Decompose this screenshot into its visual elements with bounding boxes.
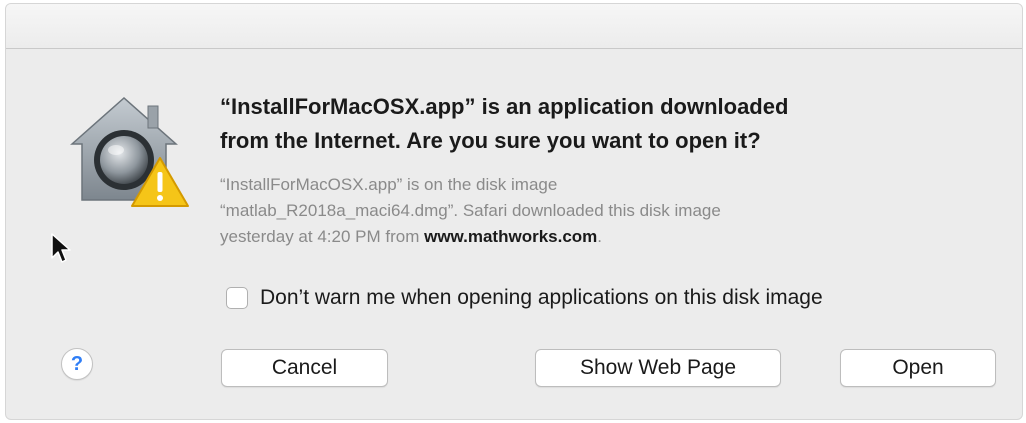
body-line-3-prefix: yesterday at 4:20 PM from (220, 227, 425, 246)
gatekeeper-warning-icon (62, 92, 192, 212)
gatekeeper-dialog: “InstallForMacOSX.app” is an application… (6, 4, 1022, 419)
cancel-button[interactable]: Cancel (221, 349, 388, 387)
heading-line-1: “InstallForMacOSX.app” is an application… (220, 94, 789, 119)
dialog-titlebar (6, 4, 1022, 49)
dont-warn-checkbox-label[interactable]: Don’t warn me when opening applications … (260, 286, 823, 310)
question-mark-icon: ? (70, 353, 84, 375)
body-line-2: “matlab_R2018a_maci64.dmg”. Safari downl… (220, 201, 721, 220)
dont-warn-checkbox[interactable] (226, 287, 248, 309)
body-line-3: yesterday at 4:20 PM from www.mathworks.… (220, 224, 960, 250)
open-button[interactable]: Open (840, 349, 996, 387)
dialog-heading: “InstallForMacOSX.app” is an application… (220, 90, 1000, 158)
help-button[interactable]: ? (61, 348, 93, 380)
dialog-body-text: “InstallForMacOSX.app” is on the disk im… (220, 172, 960, 250)
body-line-3-suffix: . (597, 227, 603, 246)
source-website-link: www.mathworks.com (424, 227, 598, 246)
show-web-page-button[interactable]: Show Web Page (535, 349, 781, 387)
dont-warn-checkbox-row[interactable]: Don’t warn me when opening applications … (226, 281, 823, 315)
mouse-pointer-icon (50, 232, 72, 266)
body-line-1: “InstallForMacOSX.app” is on the disk im… (220, 175, 558, 194)
heading-line-2: from the Internet. Are you sure you want… (220, 128, 761, 153)
